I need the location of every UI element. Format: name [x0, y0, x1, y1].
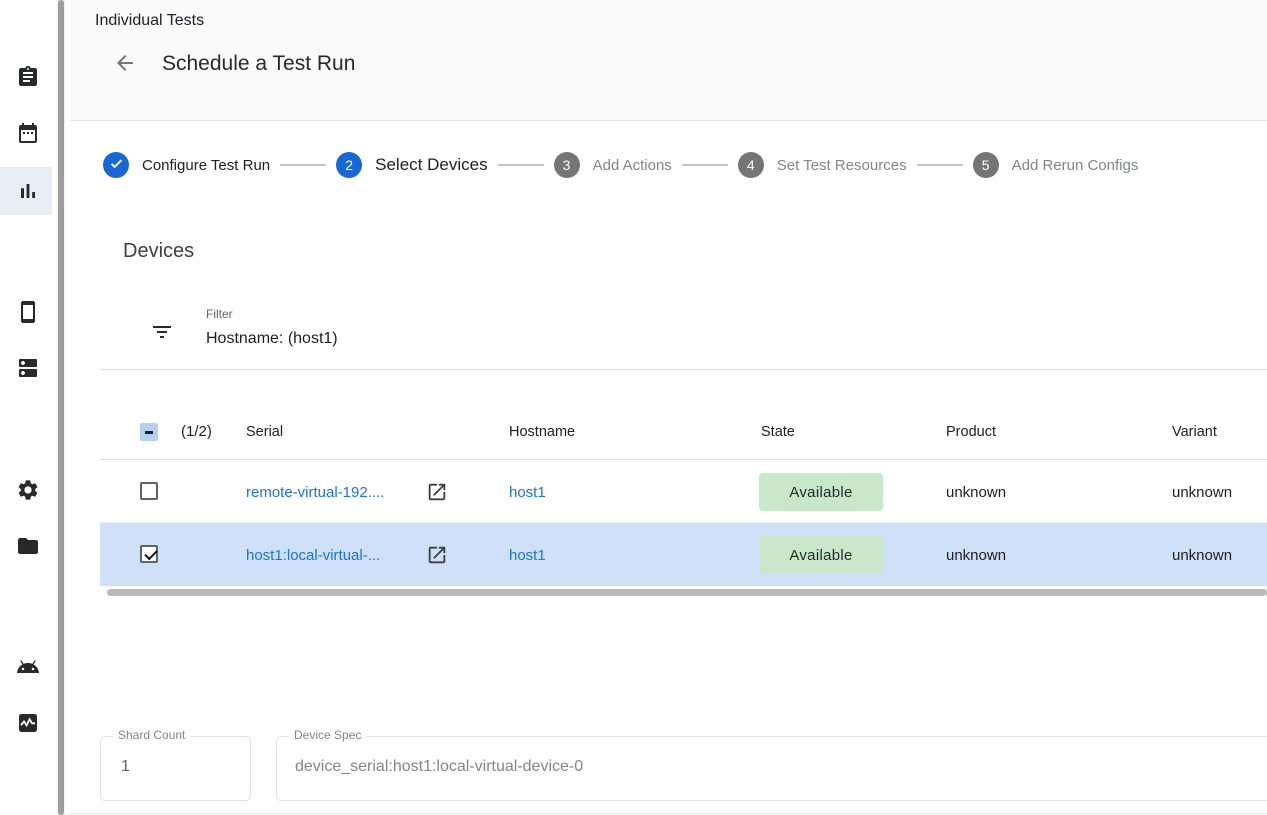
- arrow-back-icon: [113, 63, 137, 78]
- step-4-label: Set Test Resources: [777, 157, 907, 174]
- sidebar-item-hosts[interactable]: [16, 356, 40, 380]
- device-product: unknown: [946, 484, 1006, 501]
- page-header: Individual Tests Schedule a Test Run: [70, 0, 1267, 121]
- smartphone-icon: [16, 300, 40, 324]
- app-root: Individual Tests Schedule a Test Run Con…: [0, 0, 1267, 815]
- step-connector: [280, 164, 326, 166]
- step-connector: [682, 164, 728, 166]
- device-hostname-link[interactable]: host1: [509, 547, 546, 564]
- sidebar-item-file-browser[interactable]: [16, 534, 40, 558]
- step-3-circle: 3: [554, 152, 580, 178]
- stepper: Configure Test Run 2 Select Devices 3 Ad…: [103, 150, 1138, 180]
- step-1-label: Configure Test Run: [142, 157, 270, 174]
- step-select-devices[interactable]: 2 Select Devices: [336, 152, 487, 178]
- open-in-new-icon[interactable]: [426, 481, 448, 503]
- step-3-label: Add Actions: [593, 157, 672, 174]
- folder-icon: [16, 534, 40, 558]
- filter-input[interactable]: Hostname: (host1): [206, 330, 338, 348]
- shard-count-input[interactable]: 1: [121, 758, 130, 776]
- device-table-header: (1/2) Serial Hostname State Product Vari…: [100, 403, 1267, 460]
- device-spec-input[interactable]: device_serial:host1:local-virtual-device…: [295, 758, 583, 776]
- column-header-variant: Variant: [1172, 424, 1217, 440]
- step-configure-test-run[interactable]: Configure Test Run: [103, 152, 270, 178]
- sidebar: [0, 0, 56, 815]
- step-add-actions[interactable]: 3 Add Actions: [554, 152, 672, 178]
- state-badge: Available: [759, 536, 883, 574]
- vertical-scrollbar[interactable]: [57, 0, 65, 815]
- device-spec-label: Device Spec: [289, 728, 366, 742]
- open-in-new-icon[interactable]: [426, 544, 448, 566]
- step-5-label: Add Rerun Configs: [1012, 157, 1139, 174]
- filter-field-label: Filter: [206, 307, 233, 321]
- gear-icon: [16, 478, 40, 502]
- step-set-test-resources[interactable]: 4 Set Test Resources: [738, 152, 907, 178]
- bar-chart-icon: [16, 179, 40, 203]
- column-header-state: State: [761, 424, 795, 440]
- bottom-divider: [70, 813, 1267, 814]
- device-serial-link[interactable]: host1:local-virtual-...: [246, 547, 380, 564]
- back-button[interactable]: [111, 50, 139, 78]
- device-table-row[interactable]: host1:local-virtual-... host1 Available …: [100, 523, 1267, 586]
- page-title: Schedule a Test Run: [162, 52, 355, 76]
- sidebar-item-plans[interactable]: [16, 121, 40, 145]
- check-icon: [109, 156, 124, 174]
- step-2-label: Select Devices: [375, 155, 487, 175]
- device-variant: unknown: [1172, 484, 1232, 501]
- step-add-rerun-configs[interactable]: 5 Add Rerun Configs: [973, 152, 1139, 178]
- state-badge: Available: [759, 473, 883, 511]
- device-serial-link[interactable]: remote-virtual-192....: [246, 484, 384, 501]
- column-header-product: Product: [946, 424, 996, 440]
- storage-icon: [16, 356, 40, 380]
- sidebar-item-test-runs[interactable]: [16, 179, 40, 203]
- shard-count-label: Shard Count: [113, 728, 190, 742]
- sidebar-item-tests[interactable]: [16, 65, 40, 89]
- shard-count-field[interactable]: Shard Count 1: [100, 736, 251, 801]
- step-4-circle: 4: [738, 152, 764, 178]
- device-product: unknown: [946, 547, 1006, 564]
- step-5-circle: 5: [973, 152, 999, 178]
- device-spec-field[interactable]: Device Spec device_serial:host1:local-vi…: [276, 736, 1267, 801]
- device-table-row[interactable]: remote-virtual-192.... host1 Available u…: [100, 460, 1267, 523]
- step-1-circle: [103, 152, 129, 178]
- calendar-icon: [16, 121, 40, 145]
- horizontal-scrollbar[interactable]: [107, 589, 1267, 596]
- device-hostname-link[interactable]: host1: [509, 484, 546, 501]
- filter-icon[interactable]: [150, 320, 174, 344]
- android-icon: [16, 655, 40, 679]
- step-2-circle: 2: [336, 152, 362, 178]
- breadcrumb: Individual Tests: [95, 12, 204, 30]
- sidebar-item-android[interactable]: [16, 655, 40, 679]
- vertical-scrollbar-thumb[interactable]: [58, 0, 64, 815]
- sidebar-item-settings[interactable]: [16, 478, 40, 502]
- column-header-hostname: Hostname: [509, 424, 575, 440]
- select-all-checkbox[interactable]: [140, 423, 158, 441]
- column-header-serial: Serial: [246, 424, 283, 440]
- clipboard-icon: [16, 65, 40, 89]
- sidebar-item-monitoring[interactable]: [16, 711, 40, 735]
- devices-heading: Devices: [123, 240, 194, 263]
- pulse-chart-icon: [16, 711, 40, 735]
- step-connector: [498, 164, 544, 166]
- row-checkbox[interactable]: [140, 482, 158, 500]
- filter-underline: [100, 369, 1267, 370]
- row-checkbox[interactable]: [140, 545, 158, 563]
- step-connector: [917, 164, 963, 166]
- selection-count: (1/2): [181, 423, 212, 440]
- sidebar-item-devices[interactable]: [16, 300, 40, 324]
- device-variant: unknown: [1172, 547, 1232, 564]
